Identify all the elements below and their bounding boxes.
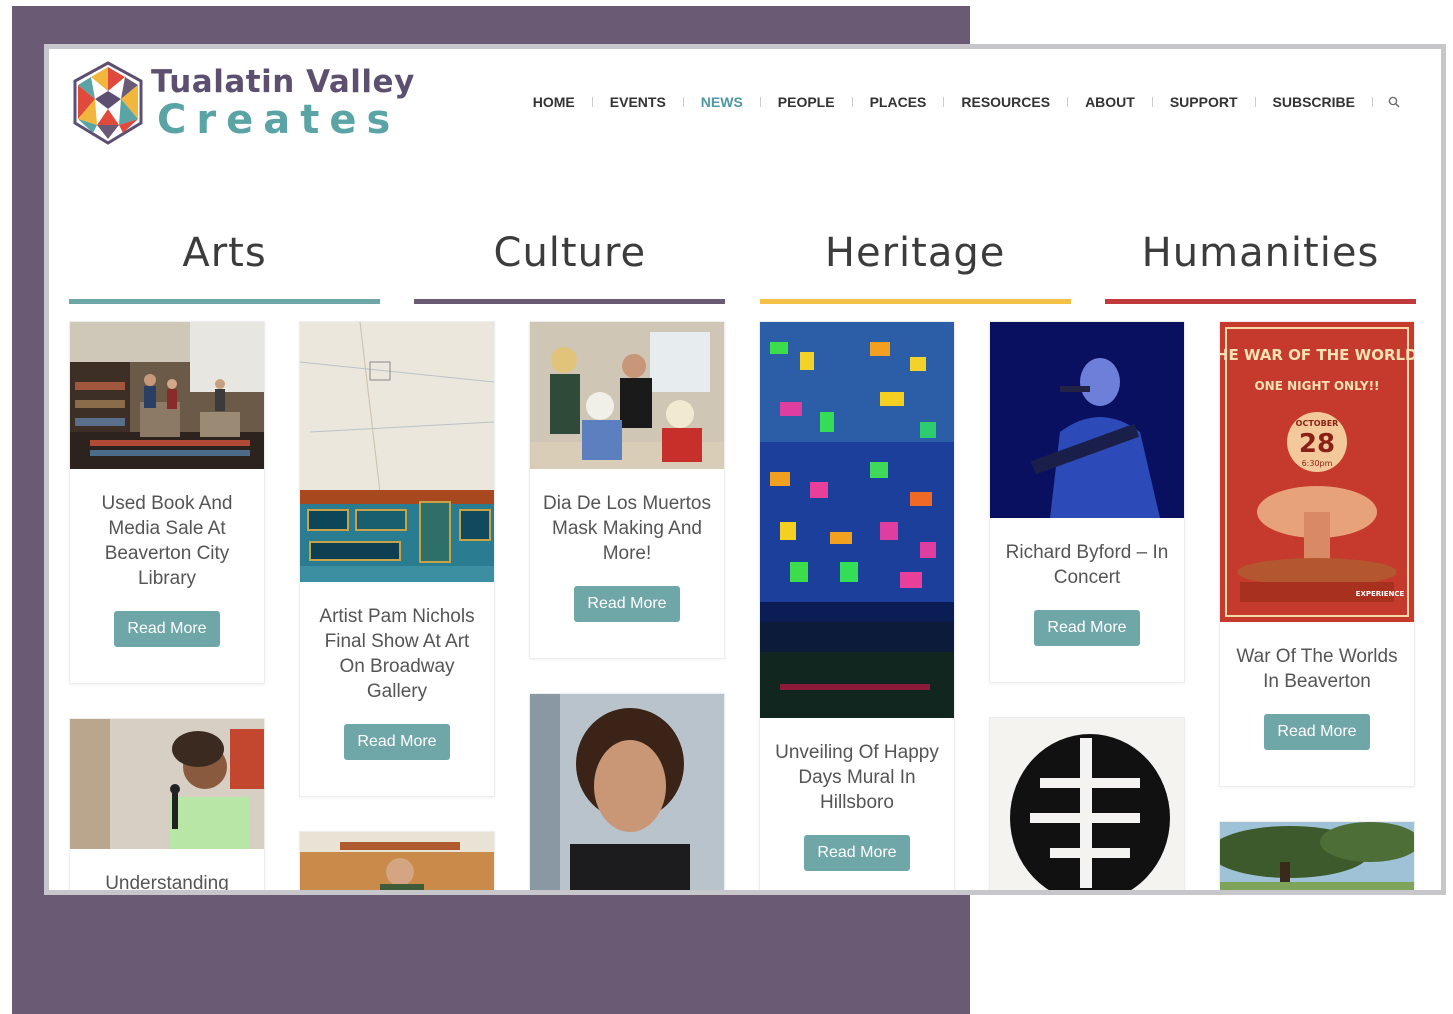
poster-day: 28 bbox=[1299, 429, 1335, 459]
pam-nichols-artwork[interactable] bbox=[300, 322, 494, 582]
poster-tagline: ONE NIGHT ONLY!! bbox=[1254, 379, 1379, 393]
calligraphy-artwork[interactable] bbox=[990, 718, 1184, 895]
read-more-button[interactable]: Read More bbox=[344, 724, 450, 760]
news-card: THE WAR OF THE WORLDS ONE NIGHT ONLY!! O… bbox=[1219, 321, 1415, 787]
news-card-title[interactable]: Unveiling Of Happy Days Mural In Hillsbo… bbox=[770, 740, 944, 815]
news-column-5: Richard Byford – In Concert Read More bbox=[989, 321, 1185, 895]
read-more-button[interactable]: Read More bbox=[574, 586, 680, 622]
news-card: Artist Pam Nichols Final Show At Art On … bbox=[299, 321, 495, 797]
workshop-photo[interactable] bbox=[300, 832, 494, 895]
category-underline bbox=[759, 299, 1071, 304]
category-title: Heritage bbox=[824, 230, 1006, 276]
nav-resources[interactable]: RESOURCES bbox=[944, 94, 1067, 110]
read-more-button[interactable]: Read More bbox=[114, 611, 220, 647]
category-humanities[interactable]: Humanities bbox=[1104, 221, 1416, 304]
nav-divider bbox=[1372, 97, 1373, 107]
category-headings: Arts Culture Heritage Humanities bbox=[69, 221, 1416, 304]
news-card-title[interactable]: Richard Byford – In Concert bbox=[1000, 540, 1174, 590]
news-card-title[interactable]: Understanding bbox=[80, 871, 254, 890]
news-card bbox=[1219, 821, 1415, 895]
poster-month: OCTOBER bbox=[1296, 419, 1339, 428]
landscape-painting[interactable] bbox=[1220, 822, 1414, 895]
mask-making-photo[interactable] bbox=[530, 322, 724, 469]
logo-title-line2: Creates bbox=[157, 96, 401, 143]
category-culture[interactable]: Culture bbox=[414, 221, 726, 304]
news-card: Understanding bbox=[69, 718, 265, 890]
browser-frame: Tualatin Valley Creates HOME EVENTS NEWS… bbox=[44, 44, 1446, 895]
news-column-3: Dia De Los Muertos Mask Making And More!… bbox=[529, 321, 725, 894]
read-more-button[interactable]: Read More bbox=[1264, 714, 1370, 750]
nav-subscribe[interactable]: SUBSCRIBE bbox=[1256, 94, 1372, 110]
category-arts[interactable]: Arts bbox=[69, 221, 380, 304]
category-title: Arts bbox=[182, 230, 267, 276]
news-card-title[interactable]: Artist Pam Nichols Final Show At Art On … bbox=[310, 604, 484, 704]
search-icon bbox=[1388, 96, 1400, 108]
category-underline bbox=[1104, 299, 1416, 304]
nav-about[interactable]: ABOUT bbox=[1068, 94, 1152, 110]
news-card bbox=[299, 831, 495, 895]
news-column-6: THE WAR OF THE WORLDS ONE NIGHT ONLY!! O… bbox=[1219, 321, 1415, 895]
news-card-title[interactable]: War Of The Worlds In Beaverton bbox=[1230, 644, 1404, 694]
nav-people[interactable]: PEOPLE bbox=[761, 94, 852, 110]
poster-time: 6:30pm bbox=[1302, 459, 1333, 468]
poster-headline: THE WAR OF THE WORLDS bbox=[1220, 346, 1414, 364]
portrait-photo[interactable] bbox=[530, 694, 724, 894]
news-card bbox=[989, 717, 1185, 895]
nav-places[interactable]: PLACES bbox=[853, 94, 944, 110]
nav-support[interactable]: SUPPORT bbox=[1153, 94, 1255, 110]
nav-news[interactable]: NEWS bbox=[684, 94, 760, 110]
category-title: Humanities bbox=[1141, 230, 1380, 276]
logo-title-line1: Tualatin Valley bbox=[151, 63, 415, 100]
happy-days-mural-photo[interactable] bbox=[760, 322, 954, 718]
category-heritage[interactable]: Heritage bbox=[759, 221, 1071, 304]
news-column-4: Unveiling Of Happy Days Mural In Hillsbo… bbox=[759, 321, 955, 890]
news-card: Unveiling Of Happy Days Mural In Hillsbo… bbox=[759, 321, 955, 890]
news-card: Used Book And Media Sale At Beaverton Ci… bbox=[69, 321, 265, 684]
site-logo[interactable]: Tualatin Valley Creates bbox=[69, 61, 415, 145]
news-card bbox=[529, 693, 725, 894]
news-card: Dia De Los Muertos Mask Making And More!… bbox=[529, 321, 725, 659]
category-title: Culture bbox=[493, 230, 647, 276]
mosaic-logo-icon bbox=[73, 61, 143, 145]
richard-byford-concert-photo[interactable] bbox=[990, 322, 1184, 518]
main-navigation: HOME EVENTS NEWS PEOPLE PLACES RESOURCES… bbox=[516, 93, 1403, 111]
war-of-the-worlds-poster[interactable]: THE WAR OF THE WORLDS ONE NIGHT ONLY!! O… bbox=[1220, 322, 1414, 622]
category-underline bbox=[414, 299, 726, 304]
nav-home[interactable]: HOME bbox=[516, 94, 592, 110]
nav-events[interactable]: EVENTS bbox=[593, 94, 683, 110]
read-more-button[interactable]: Read More bbox=[804, 835, 910, 871]
poster-badge: EXPERIENCE bbox=[1356, 590, 1405, 598]
news-column-2: Artist Pam Nichols Final Show At Art On … bbox=[299, 321, 495, 895]
read-more-button[interactable]: Read More bbox=[1034, 610, 1140, 646]
book-sale-photo[interactable] bbox=[70, 322, 264, 469]
search-button[interactable] bbox=[1385, 93, 1403, 111]
news-column-1: Used Book And Media Sale At Beaverton Ci… bbox=[69, 321, 265, 890]
speaker-photo[interactable] bbox=[70, 719, 264, 849]
news-card-title[interactable]: Used Book And Media Sale At Beaverton Ci… bbox=[80, 491, 254, 591]
news-card: Richard Byford – In Concert Read More bbox=[989, 321, 1185, 683]
category-underline bbox=[69, 299, 380, 304]
news-card-title[interactable]: Dia De Los Muertos Mask Making And More! bbox=[540, 491, 714, 566]
